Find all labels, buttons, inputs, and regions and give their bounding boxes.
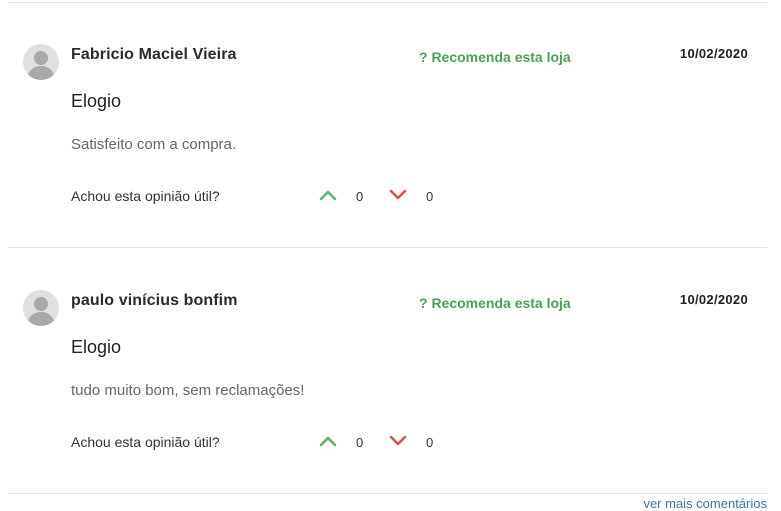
upvote-button[interactable] (319, 435, 337, 447)
review-author: paulo vinícius bonfim (71, 292, 238, 309)
helpful-question: Achou esta opinião útil? (71, 434, 220, 450)
downvote-button[interactable] (389, 189, 407, 201)
upvote-count: 0 (356, 189, 364, 204)
downvote-count: 0 (426, 189, 434, 204)
recommend-badge: ? Recomenda esta loja (419, 49, 571, 65)
review-card: paulo vinícius bonfim ? Recomenda esta l… (0, 246, 781, 476)
downvote-count: 0 (426, 435, 434, 450)
upvote-button[interactable] (319, 189, 337, 201)
user-avatar-icon (23, 44, 59, 80)
chevron-down-icon (389, 189, 407, 200)
review-title: Elogio (71, 91, 122, 111)
review-text: tudo muito bom, sem reclamações! (71, 382, 305, 399)
review-title: Elogio (71, 337, 122, 357)
review-text: Satisfeito com a compra. (71, 136, 237, 153)
review-date: 10/02/2020 (679, 46, 748, 61)
recommend-badge: ? Recomenda esta loja (419, 295, 571, 311)
user-avatar-icon (23, 290, 59, 326)
chevron-down-icon (389, 435, 407, 446)
helpful-question: Achou esta opinião útil? (71, 188, 220, 204)
review-author: Fabricio Maciel Vieira (71, 46, 237, 63)
bottom-divider (8, 493, 767, 494)
chevron-up-icon (319, 190, 337, 201)
upvote-count: 0 (356, 435, 364, 450)
review-card: Fabricio Maciel Vieira ? Recomenda esta … (0, 0, 781, 230)
more-comments-link[interactable]: ver mais comentários (643, 496, 767, 511)
review-date: 10/02/2020 (679, 292, 748, 307)
chevron-up-icon (319, 436, 337, 447)
downvote-button[interactable] (389, 435, 407, 447)
